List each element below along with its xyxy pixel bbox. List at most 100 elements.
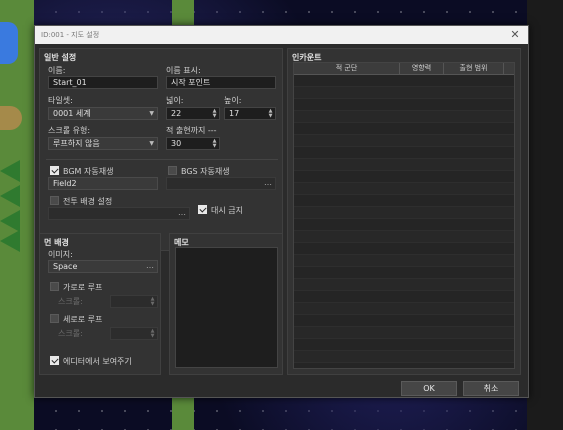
show-in-editor-checkbox[interactable]: [50, 356, 59, 365]
cancel-button[interactable]: 취소: [463, 381, 519, 396]
map-path-tile: [172, 398, 194, 430]
scroll-type-select[interactable]: 루프하지 않음 ▼: [48, 137, 158, 150]
loop-horizontal-checkbox[interactable]: [50, 282, 59, 291]
bgs-autoplay-label: BGS 자동재생: [181, 167, 230, 176]
encounters-table[interactable]: 적 군단 영향력 출현 범위: [293, 62, 515, 369]
disable-dash-label: 대시 금지: [211, 206, 243, 215]
section-divider: [46, 159, 278, 160]
column-header-troop[interactable]: 적 군단: [294, 63, 400, 74]
spin-arrows-icon[interactable]: ▲ ▼: [149, 328, 156, 339]
general-settings-title: 일반 설정: [44, 53, 77, 62]
memo-group: 메모: [169, 233, 283, 375]
encounters-table-header: 적 군단 영향력 출현 범위: [294, 63, 514, 75]
encounter-steps-stepper[interactable]: 30 ▲ ▼: [166, 137, 220, 150]
table-row[interactable]: [294, 123, 514, 135]
scroll-horizontal-label: 스크롤:: [58, 297, 83, 306]
chevron-down-icon: ▼: [149, 110, 154, 117]
close-icon[interactable]: ✕: [508, 28, 522, 42]
bgm-select[interactable]: Field2: [48, 177, 158, 190]
column-header-range[interactable]: 출현 범위: [444, 63, 504, 74]
spin-arrows-icon[interactable]: ▲ ▼: [149, 296, 156, 307]
table-row[interactable]: [294, 183, 514, 195]
bgs-autoplay-checkbox[interactable]: [168, 166, 177, 175]
encounters-table-body: [294, 75, 514, 368]
table-row[interactable]: [294, 291, 514, 303]
table-row[interactable]: [294, 363, 514, 368]
bgm-autoplay-label: BGM 자동재생: [63, 167, 114, 176]
tileset-select[interactable]: 0001 세계 ▼: [48, 107, 158, 120]
table-row[interactable]: [294, 243, 514, 255]
table-row[interactable]: [294, 327, 514, 339]
height-value: 17: [229, 109, 240, 118]
bgm-value: Field2: [53, 179, 77, 188]
battleback-select[interactable]: …: [48, 207, 190, 220]
table-row[interactable]: [294, 75, 514, 87]
chevron-down-icon: ▼: [149, 140, 154, 147]
table-row[interactable]: [294, 99, 514, 111]
table-row[interactable]: [294, 267, 514, 279]
scroll-type-value: 루프하지 않음: [53, 139, 100, 148]
ok-button[interactable]: OK: [401, 381, 457, 396]
width-label: 넓이:: [166, 96, 184, 105]
parallax-image-select[interactable]: Space …: [48, 260, 158, 273]
scroll-vertical-label: 스크롤:: [58, 329, 83, 338]
table-row[interactable]: [294, 147, 514, 159]
parallax-group: 먼 배경 이미지: Space … 가로로 루프 스크롤: ▲ ▼ 세로로 루프 …: [39, 233, 161, 375]
spin-arrows-icon[interactable]: ▲ ▼: [267, 108, 274, 119]
table-row[interactable]: [294, 171, 514, 183]
scroll-vertical-stepper[interactable]: ▲ ▼: [110, 327, 158, 340]
table-row[interactable]: [294, 303, 514, 315]
table-row[interactable]: [294, 219, 514, 231]
battleback-label: 전투 배경 설정: [63, 197, 113, 206]
table-row[interactable]: [294, 231, 514, 243]
general-settings-group: 일반 설정 이름: Start_01 이름 표시: 시작 포인트 타일셋: 00…: [39, 48, 283, 251]
display-name-label: 이름 표시:: [166, 66, 201, 75]
parallax-title: 먼 배경: [44, 238, 69, 247]
tileset-value: 0001 세계: [53, 109, 91, 118]
scroll-type-label: 스크롤 유형:: [48, 126, 91, 135]
table-row[interactable]: [294, 351, 514, 363]
table-row[interactable]: [294, 195, 514, 207]
dialog-title: ID:001 - 지도 설정: [41, 31, 100, 39]
memo-textarea[interactable]: [175, 247, 278, 368]
table-row[interactable]: [294, 159, 514, 171]
encounter-steps-label: 적 출현까지 ---: [166, 126, 217, 135]
width-value: 22: [171, 109, 182, 118]
display-name-input[interactable]: 시작 포인트: [166, 76, 276, 89]
map-properties-dialog: ID:001 - 지도 설정 ✕ 일반 설정 이름: Start_01 이름 표…: [34, 25, 529, 398]
more-icon: …: [146, 261, 154, 270]
map-pond-tile: [0, 22, 18, 64]
bgm-autoplay-checkbox[interactable]: [50, 166, 59, 175]
name-input[interactable]: Start_01: [48, 76, 158, 89]
parallax-image-label: 이미지:: [48, 250, 73, 259]
column-header-weight[interactable]: 영향력: [400, 63, 444, 74]
height-stepper[interactable]: 17 ▲ ▼: [224, 107, 276, 120]
loop-vertical-label: 세로로 루프: [63, 315, 103, 324]
more-icon: …: [178, 208, 186, 217]
encounters-group: 인카운트 적 군단 영향력 출현 범위: [287, 48, 521, 375]
show-in-editor-label: 에디터에서 보여주기: [63, 357, 132, 366]
loop-vertical-checkbox[interactable]: [50, 314, 59, 323]
spin-arrows-icon[interactable]: ▲ ▼: [211, 108, 218, 119]
table-row[interactable]: [294, 111, 514, 123]
editor-side-frame: [527, 0, 563, 430]
spin-arrows-icon[interactable]: ▲ ▼: [211, 138, 218, 149]
table-row[interactable]: [294, 87, 514, 99]
table-row[interactable]: [294, 135, 514, 147]
table-row[interactable]: [294, 315, 514, 327]
height-label: 높이:: [224, 96, 242, 105]
table-row[interactable]: [294, 279, 514, 291]
disable-dash-checkbox[interactable]: [198, 205, 207, 214]
name-label: 이름:: [48, 66, 66, 75]
table-row[interactable]: [294, 339, 514, 351]
dialog-titlebar: ID:001 - 지도 설정 ✕: [35, 26, 528, 44]
width-stepper[interactable]: 22 ▲ ▼: [166, 107, 220, 120]
encounter-steps-value: 30: [171, 139, 182, 148]
bgs-select[interactable]: …: [166, 177, 276, 190]
table-row[interactable]: [294, 207, 514, 219]
table-row[interactable]: [294, 255, 514, 267]
loop-horizontal-label: 가로로 루프: [63, 283, 103, 292]
scroll-horizontal-stepper[interactable]: ▲ ▼: [110, 295, 158, 308]
parallax-image-value: Space: [53, 262, 78, 271]
battleback-checkbox[interactable]: [50, 196, 59, 205]
